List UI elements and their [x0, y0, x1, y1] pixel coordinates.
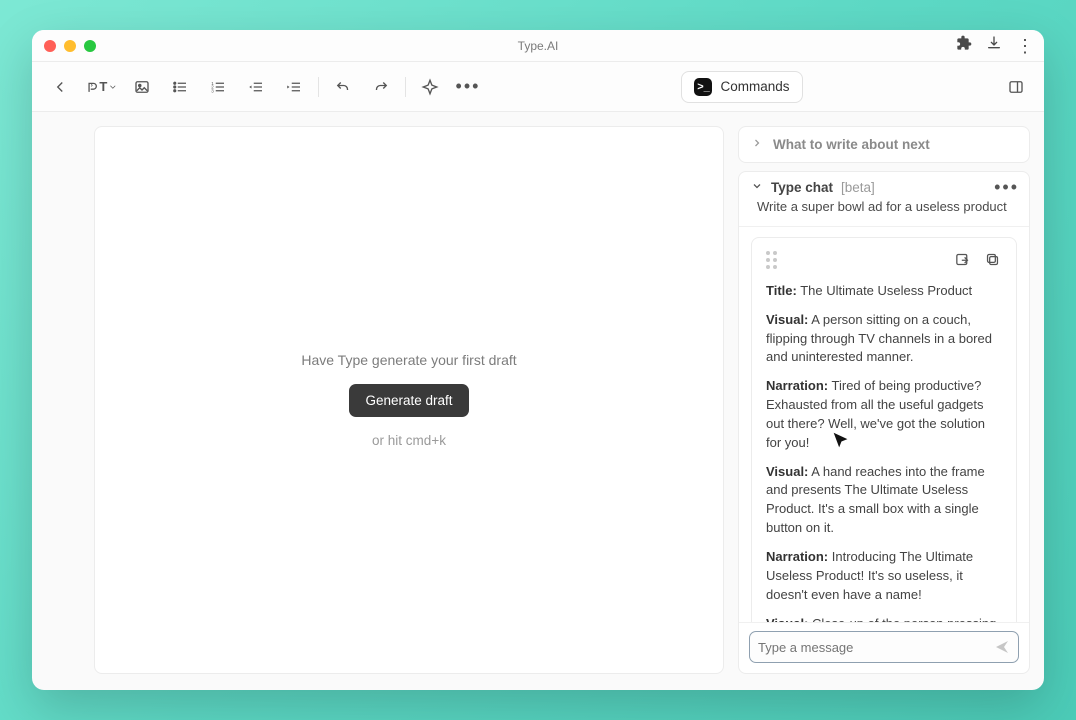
section-label: Title:: [766, 283, 797, 298]
text-style-button[interactable]: T: [84, 73, 118, 101]
extensions-icon[interactable]: [956, 35, 972, 56]
section-text: The Ultimate Useless Product: [800, 283, 972, 298]
indent-button[interactable]: [280, 73, 308, 101]
redo-button[interactable]: [367, 73, 395, 101]
chevron-down-icon: [751, 180, 763, 195]
generate-draft-button[interactable]: Generate draft: [349, 384, 468, 417]
toolbar: T 123 •••: [32, 62, 1044, 112]
image-button[interactable]: [128, 73, 156, 101]
editor-hint: or hit cmd+k: [372, 433, 446, 448]
commands-label: Commands: [720, 79, 789, 94]
numbered-list-button[interactable]: 123: [204, 73, 232, 101]
chat-panel: Type chat [beta] ••• Write a super bowl …: [738, 171, 1030, 674]
chat-title: Type chat: [771, 180, 833, 195]
chat-body: Title: The Ultimate Useless Product Visu…: [739, 226, 1029, 622]
chat-header[interactable]: Type chat [beta] •••: [739, 172, 1029, 203]
window-maximize-button[interactable]: [84, 40, 96, 52]
sidebar: What to write about next Type chat [beta…: [738, 126, 1030, 674]
window-controls: [44, 40, 96, 52]
titlebar: Type.AI ⋮: [32, 30, 1044, 62]
section-label: Visual:: [766, 464, 808, 479]
svg-text:3: 3: [211, 88, 214, 93]
section-label: Visual:: [766, 312, 808, 327]
chat-input-field[interactable]: [758, 640, 986, 655]
chat-input-area: [739, 622, 1029, 673]
copy-button[interactable]: [982, 250, 1002, 270]
app-window: Type.AI ⋮ T 123: [32, 30, 1044, 690]
download-icon[interactable]: [986, 35, 1002, 56]
chat-more-button[interactable]: •••: [994, 177, 1019, 198]
section-label: Visual:: [766, 616, 808, 622]
section-label: Narration:: [766, 378, 828, 393]
commands-icon: >_: [694, 78, 712, 96]
chat-input[interactable]: [749, 631, 1019, 663]
chat-badge: [beta]: [841, 180, 875, 195]
more-options-button[interactable]: •••: [454, 73, 482, 101]
titlebar-right: ⋮: [956, 35, 1034, 56]
ai-action-button[interactable]: [416, 73, 444, 101]
section-label: Narration:: [766, 549, 828, 564]
window-minimize-button[interactable]: [64, 40, 76, 52]
chat-user-prompt: Write a super bowl ad for a useless prod…: [739, 199, 1029, 226]
commands-button[interactable]: >_ Commands: [681, 71, 802, 103]
editor-empty-text: Have Type generate your first draft: [301, 352, 516, 368]
insert-button[interactable]: [952, 250, 972, 270]
sidepanel-toggle-button[interactable]: [1002, 73, 1030, 101]
outdent-button[interactable]: [242, 73, 270, 101]
bullet-list-button[interactable]: [166, 73, 194, 101]
suggestion-card[interactable]: What to write about next: [738, 126, 1030, 163]
suggestion-label: What to write about next: [773, 137, 930, 152]
window-close-button[interactable]: [44, 40, 56, 52]
cursor-icon: [830, 430, 852, 452]
chat-response-card: Title: The Ultimate Useless Product Visu…: [751, 237, 1017, 622]
browser-menu-icon[interactable]: ⋮: [1016, 37, 1034, 55]
send-button[interactable]: [994, 639, 1010, 655]
content-area: Have Type generate your first draft Gene…: [32, 112, 1044, 690]
editor-pane[interactable]: Have Type generate your first draft Gene…: [94, 126, 724, 674]
undo-button[interactable]: [329, 73, 357, 101]
chat-scroll[interactable]: Title: The Ultimate Useless Product Visu…: [739, 227, 1029, 622]
back-button[interactable]: [46, 73, 74, 101]
window-title: Type.AI: [32, 39, 1044, 53]
chevron-right-icon: [751, 137, 763, 152]
drag-handle-icon[interactable]: [766, 251, 777, 269]
